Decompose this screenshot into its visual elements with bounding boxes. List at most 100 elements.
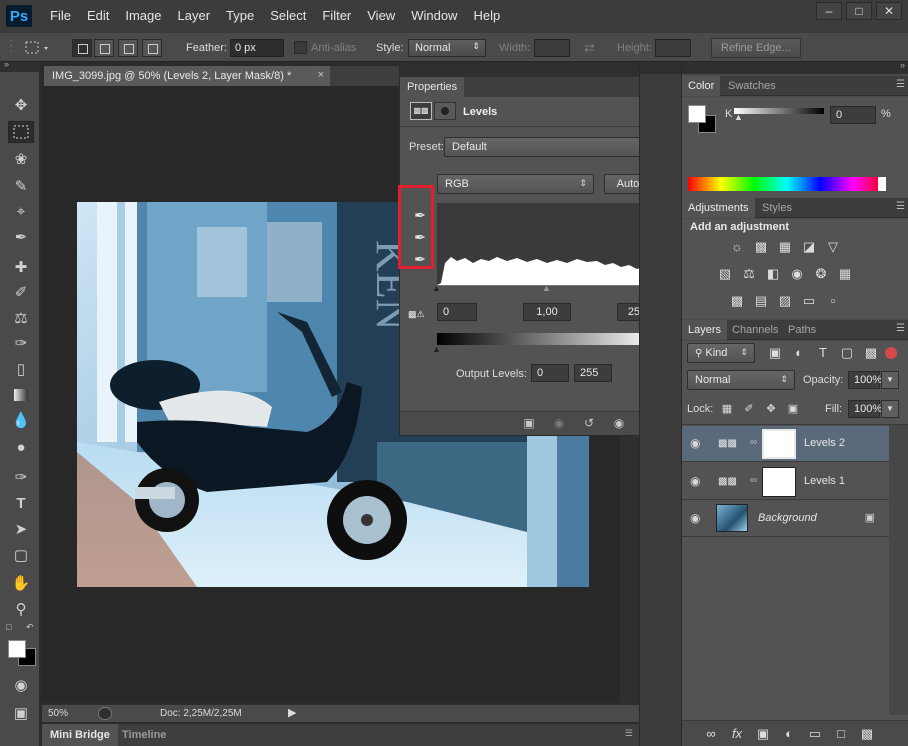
output-black-slider[interactable]: ▲ xyxy=(432,344,441,354)
color-balance-icon[interactable]: ⚖ xyxy=(740,266,758,282)
clone-stamp-tool-icon[interactable]: ⚖ xyxy=(8,307,34,329)
fill-input[interactable]: 100% xyxy=(848,400,882,418)
tab-paths[interactable]: Paths xyxy=(782,320,822,340)
add-selection-icon[interactable] xyxy=(94,39,114,57)
input-gamma-field[interactable]: 1,00 xyxy=(523,303,571,321)
collapse-icon[interactable]: » xyxy=(900,60,905,70)
hue-saturation-icon[interactable]: ▧ xyxy=(716,266,734,282)
zoom-level[interactable]: 50% xyxy=(48,708,68,719)
menu-select[interactable]: Select xyxy=(262,0,314,32)
tab-color[interactable]: Color xyxy=(682,76,721,96)
default-colors-icon[interactable]: □ xyxy=(6,622,11,632)
panel-menu-icon[interactable]: ☰ xyxy=(896,201,905,212)
k-slider-track[interactable] xyxy=(734,108,824,114)
lasso-tool-icon[interactable]: ❀ xyxy=(8,148,34,170)
history-brush-tool-icon[interactable]: ✑ xyxy=(8,332,34,354)
input-black-slider[interactable]: ▲ xyxy=(432,283,441,293)
delete-layer-icon[interactable]: ▩ xyxy=(858,726,876,742)
dodge-tool-icon[interactable]: ● xyxy=(8,436,34,458)
eraser-tool-icon[interactable]: ▯ xyxy=(8,358,34,380)
layer-name[interactable]: Levels 1 xyxy=(804,475,845,487)
menu-filter[interactable]: Filter xyxy=(314,0,359,32)
quick-selection-tool-icon[interactable]: ✎ xyxy=(8,175,34,197)
screen-mode-icon[interactable]: ▣ xyxy=(8,702,34,724)
new-layer-icon[interactable]: □ xyxy=(832,726,850,742)
clip-to-layer-icon[interactable]: ▣ xyxy=(520,416,538,432)
minimize-icon[interactable]: – xyxy=(816,2,842,20)
foreground-color-swatch[interactable] xyxy=(8,640,26,658)
width-input[interactable] xyxy=(534,39,570,57)
spectrum-bar[interactable] xyxy=(688,177,886,191)
hand-tool-icon[interactable]: ✋ xyxy=(8,572,34,594)
filter-pixel-icon[interactable]: ▣ xyxy=(766,345,784,361)
tab-timeline[interactable]: Timeline xyxy=(114,724,174,746)
input-black-field[interactable]: 0 xyxy=(437,303,477,321)
status-info-icon[interactable] xyxy=(98,707,112,720)
panel-menu-icon[interactable]: ☰ xyxy=(896,323,905,334)
menu-help[interactable]: Help xyxy=(465,0,508,32)
path-selection-tool-icon[interactable]: ➤ xyxy=(8,518,34,540)
subtract-selection-icon[interactable] xyxy=(118,39,138,57)
mask-icon[interactable] xyxy=(434,102,456,120)
curves-icon[interactable]: ▦ xyxy=(776,239,794,255)
posterize-icon[interactable]: ▤ xyxy=(752,293,770,309)
threshold-icon[interactable]: ▨ xyxy=(776,293,794,309)
brush-tool-icon[interactable]: ✐ xyxy=(8,281,34,303)
document-tab[interactable]: IMG_3099.jpg @ 50% (Levels 2, Layer Mask… xyxy=(44,66,330,86)
background-thumbnail[interactable] xyxy=(716,504,748,532)
layer-row-levels-1[interactable]: ◉ ▩▩ ∞ Levels 1 xyxy=(682,464,889,500)
spectrum-white[interactable] xyxy=(878,177,886,191)
move-tool-icon[interactable]: ✥ xyxy=(8,94,34,116)
menu-window[interactable]: Window xyxy=(403,0,465,32)
menu-view[interactable]: View xyxy=(359,0,403,32)
k-slider-handle[interactable]: ▲ xyxy=(734,112,743,122)
color-lookup-icon[interactable]: ▦ xyxy=(836,266,854,282)
swap-colors-icon[interactable]: ↶ xyxy=(26,622,34,633)
levels-icon[interactable]: ▩ xyxy=(752,239,770,255)
pen-tool-icon[interactable]: ✑ xyxy=(8,466,34,488)
tab-properties[interactable]: Properties xyxy=(400,77,464,97)
opacity-input[interactable]: 100% xyxy=(848,371,882,389)
lock-all-icon[interactable]: ▣ xyxy=(784,401,802,417)
link-chain-icon[interactable]: ∞ xyxy=(750,437,757,448)
lock-image-icon[interactable]: ✐ xyxy=(740,401,758,417)
restore-icon[interactable]: □ xyxy=(846,2,872,20)
marquee-tool-icon[interactable] xyxy=(8,121,34,143)
status-menu-arrow-icon[interactable]: ▶ xyxy=(288,706,296,719)
crop-tool-icon[interactable]: ⌖ xyxy=(8,200,34,222)
refine-edge-button[interactable]: Refine Edge... xyxy=(711,38,801,58)
antialias-checkbox[interactable] xyxy=(294,41,307,54)
filter-adjustment-icon[interactable]: ◐ xyxy=(790,345,808,361)
vibrance-icon[interactable]: ▽ xyxy=(824,239,842,255)
tab-channels[interactable]: Channels xyxy=(726,320,784,340)
tab-styles[interactable]: Styles xyxy=(756,198,798,218)
clipping-warning-icon[interactable]: ▩⚠ xyxy=(408,309,425,320)
layer-mask-thumbnail[interactable] xyxy=(762,429,796,459)
blur-tool-icon[interactable]: 💧 xyxy=(8,409,34,431)
style-select[interactable]: Normal ⇕ xyxy=(408,39,486,57)
reset-icon[interactable]: ↺ xyxy=(580,416,598,432)
menu-file[interactable]: File xyxy=(42,0,79,32)
fill-dropdown-icon[interactable]: ▼ xyxy=(881,400,899,418)
layers-scrollbar[interactable] xyxy=(889,425,908,715)
gradient-tool-icon[interactable] xyxy=(8,384,34,406)
panel-menu-icon[interactable]: ☰ xyxy=(896,79,905,90)
feather-input[interactable]: 0 px xyxy=(230,39,284,57)
view-previous-icon[interactable]: ◉ xyxy=(550,416,568,432)
close-icon[interactable]: ✕ xyxy=(876,2,902,20)
layer-filter-select[interactable]: ⚲ Kind ⇕ xyxy=(687,343,755,363)
preset-select[interactable]: Default ⇕ xyxy=(444,137,653,157)
type-tool-icon[interactable]: T xyxy=(8,492,34,514)
channel-mixer-icon[interactable]: ❂ xyxy=(812,266,830,282)
brightness-contrast-icon[interactable]: ☼ xyxy=(728,239,746,255)
healing-brush-tool-icon[interactable]: ✚ xyxy=(8,256,34,278)
tab-adjustments[interactable]: Adjustments xyxy=(682,198,755,218)
lock-position-icon[interactable]: ✥ xyxy=(762,401,780,417)
add-mask-icon[interactable]: ▣ xyxy=(754,726,772,742)
layer-row-levels-2[interactable]: ◉ ▩▩ ∞ Levels 2 xyxy=(682,426,889,462)
input-gamma-slider[interactable]: ▲ xyxy=(542,283,551,293)
filter-toggle[interactable] xyxy=(885,347,897,359)
filter-shape-icon[interactable]: ▢ xyxy=(838,345,856,361)
menu-type[interactable]: Type xyxy=(218,0,262,32)
color-foreground-swatch[interactable] xyxy=(688,105,706,123)
